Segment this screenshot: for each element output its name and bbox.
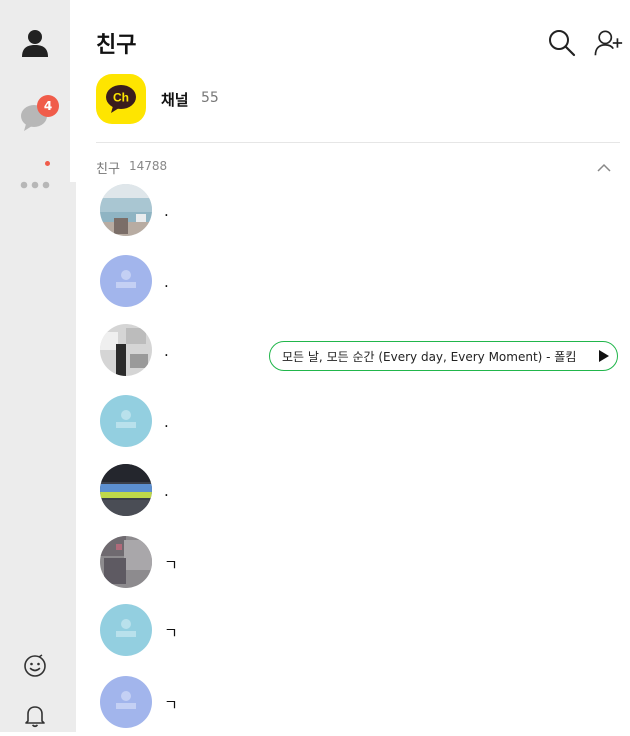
- avatar: [100, 536, 152, 588]
- friends-section-label: 친구: [96, 162, 120, 177]
- channel-count: 55: [201, 90, 219, 106]
- friend-name: .: [164, 482, 169, 500]
- new-dot: [45, 161, 50, 166]
- notifications-button[interactable]: [0, 703, 70, 729]
- avatar: [100, 464, 152, 516]
- smiley-icon: [24, 654, 46, 677]
- person-icon: [22, 30, 48, 57]
- channel-bubble-icon: Ch: [106, 85, 136, 113]
- add-friend-icon[interactable]: [594, 28, 624, 58]
- bell-icon: [25, 706, 45, 728]
- sidebar-edge: [70, 182, 76, 732]
- friends-tab[interactable]: [0, 26, 70, 60]
- friends-section-count: 14788: [129, 159, 168, 173]
- channel-logo-text: Ch: [113, 91, 129, 105]
- avatar: [100, 395, 152, 447]
- friend-row[interactable]: ㄱ: [96, 676, 620, 736]
- chats-tab[interactable]: [0, 100, 70, 136]
- section-divider: [96, 142, 620, 143]
- avatar: [100, 184, 152, 236]
- search-icon[interactable]: [547, 28, 577, 58]
- friend-name: .: [164, 413, 169, 431]
- friend-row[interactable]: .: [96, 464, 620, 524]
- emoticon-button[interactable]: [0, 652, 70, 680]
- play-icon[interactable]: [598, 350, 610, 362]
- unread-badge: 4: [37, 95, 59, 117]
- friend-row[interactable]: .: [96, 255, 620, 315]
- friend-name: ㄱ: [164, 624, 178, 642]
- friend-row[interactable]: .: [96, 395, 620, 455]
- more-dots-icon: [20, 181, 50, 189]
- more-tab[interactable]: [0, 178, 70, 192]
- music-status-text: 모든 날, 모든 순간 (Every day, Every Moment) - …: [282, 349, 577, 364]
- avatar: [100, 676, 152, 728]
- friend-name: ㄱ: [164, 556, 178, 574]
- friend-row[interactable]: ㄱ: [96, 604, 620, 664]
- friend-name: ㄱ: [164, 696, 178, 714]
- chevron-up-icon[interactable]: [596, 160, 612, 174]
- channel-logo[interactable]: Ch: [96, 74, 146, 124]
- avatar: [100, 324, 152, 376]
- page-title: 친구: [96, 33, 137, 58]
- friend-name: .: [164, 202, 169, 220]
- avatar: [100, 255, 152, 307]
- friend-row[interactable]: .: [96, 184, 620, 244]
- friend-name: .: [164, 273, 169, 291]
- avatar: [100, 604, 152, 656]
- friend-row[interactable]: ㄱ: [96, 536, 620, 596]
- friend-name: .: [164, 342, 169, 360]
- music-status-pill[interactable]: 모든 날, 모든 순간 (Every day, Every Moment) - …: [269, 341, 618, 371]
- channel-label[interactable]: 채널: [161, 89, 189, 110]
